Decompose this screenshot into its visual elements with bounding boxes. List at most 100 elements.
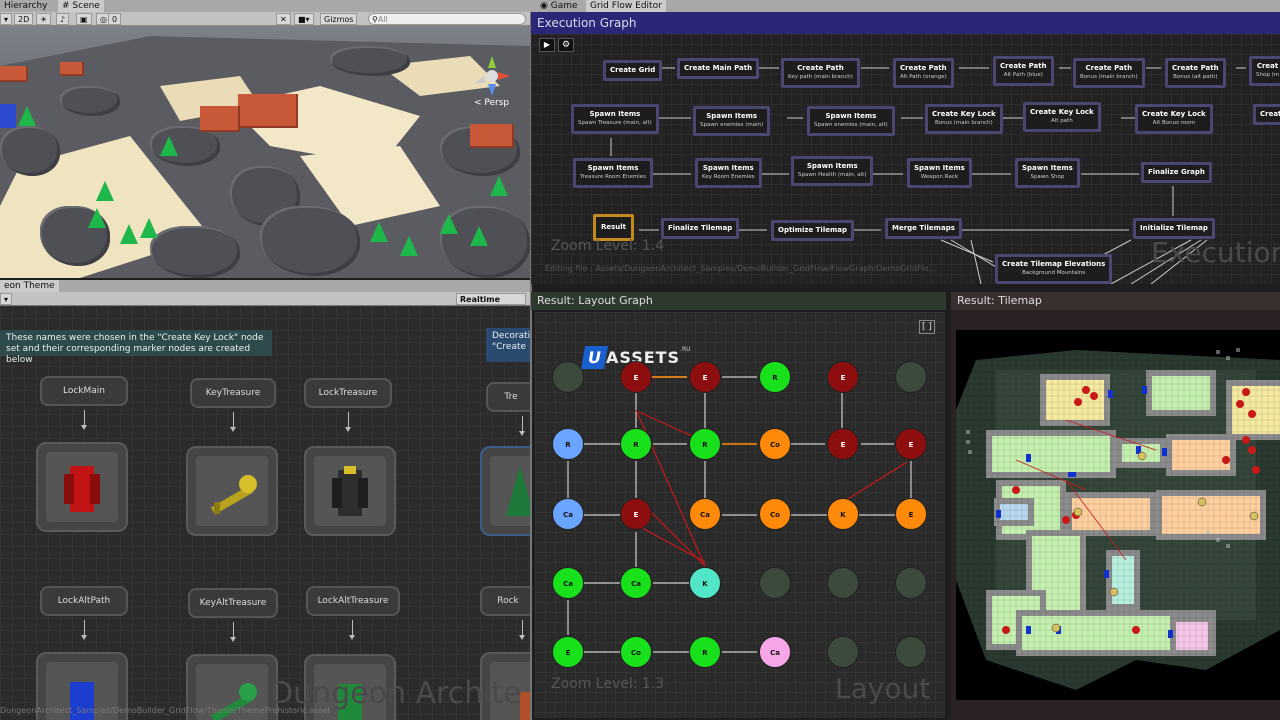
layout-room-orange[interactable]: E (895, 498, 927, 530)
exec-node-create-key-lock-alt[interactable]: Create Key Lock Alt path (1023, 102, 1101, 132)
marker-node-keytreasure[interactable]: KeyTreasure (190, 378, 276, 408)
layout-room-empty[interactable] (895, 361, 927, 393)
scene-viewport[interactable]: < Persp (0, 26, 530, 278)
mesh-tile-tree[interactable] (480, 446, 530, 536)
layout-room-orange[interactable]: Co (759, 428, 791, 460)
exec-graph-canvas[interactable]: ▶ ⚙ Create Grid Create Main Path Create … (531, 34, 1280, 284)
tab-game[interactable]: ◉ Game (536, 0, 582, 12)
exec-node-spawn-weapon-rack[interactable]: Spawn Items Weapon Rack (907, 158, 972, 188)
scene-gizmo[interactable] (472, 54, 512, 100)
exec-node-create-path-alt-orange[interactable]: Create Path Alt Path (orange) (893, 58, 954, 88)
marker-node-keyalttreasure[interactable]: KeyAltTreasure (188, 588, 278, 618)
exec-node-create-shop[interactable]: Creat Shop (m (1249, 56, 1280, 86)
layout-room-main[interactable]: R (689, 428, 721, 460)
tab-game-label: Game (550, 1, 578, 11)
exec-zoom-level: Zoom Level: 1.4 (551, 238, 665, 254)
layout-room-orange[interactable]: K (827, 498, 859, 530)
marker-node-lockmain[interactable]: LockMain (40, 376, 128, 406)
exec-node-create-path-alt-blue[interactable]: Create Path Alt Path (blue) (993, 56, 1054, 86)
layout-room-main[interactable]: Ca (552, 567, 584, 599)
layout-room-start[interactable]: E (552, 636, 584, 668)
exec-node-title: Optimize Tilemap (774, 223, 852, 238)
mesh-tile-locktreasure[interactable] (304, 446, 396, 536)
exec-node-subtitle: Alt Path (orange) (900, 74, 947, 80)
marker-node-tree[interactable]: Tre (486, 382, 530, 412)
exec-node-create-key-lock-alt-bonus[interactable]: Create Key Lock Alt Bonus room (1135, 104, 1213, 134)
exec-node-finalize-tilemap[interactable]: Finalize Tilemap (661, 218, 740, 239)
exec-node-spawn-enemies-main[interactable]: Spawn Items Spawn enemies (main) (693, 106, 771, 136)
layout-room-empty[interactable] (895, 567, 927, 599)
layout-room-enemies[interactable]: E (689, 361, 721, 393)
exec-node-optimize-tilemap[interactable]: Optimize Tilemap (771, 220, 855, 241)
layout-room-empty[interactable] (827, 567, 859, 599)
effects-icon[interactable]: ▣ (76, 13, 92, 25)
tab-scene[interactable]: # Scene (58, 0, 104, 12)
layout-room-keys[interactable]: E (827, 361, 859, 393)
marker-node-lockalttreasure[interactable]: LockAltTreasure (306, 586, 400, 616)
layout-room-goal[interactable]: R (759, 361, 791, 393)
persp-label[interactable]: < Persp (474, 98, 509, 108)
exec-node-subtitle: Key path (main branch) (788, 74, 853, 80)
layout-room-empty[interactable] (827, 636, 859, 668)
layout-room-empty[interactable] (895, 636, 927, 668)
layout-room-blue[interactable]: R (552, 428, 584, 460)
exec-node-create-tilemap-elevations[interactable]: Create Tilemap Elevations Background Moun… (995, 254, 1113, 284)
realtime-update-toggle[interactable]: Realtime Update (456, 293, 526, 316)
shaded-dropdown[interactable]: ▾ (0, 13, 13, 25)
layout-room-enemies[interactable]: E (620, 498, 652, 530)
tools-icon[interactable]: ✕ (276, 13, 291, 25)
exec-node-merge-tilemaps[interactable]: Merge Tilemaps (885, 218, 962, 239)
exec-node-create-partial[interactable]: Creat (1253, 104, 1280, 125)
exec-node-result[interactable]: Result (593, 214, 635, 241)
exec-node-title: Spawn Items (702, 164, 754, 172)
layout-room-orange[interactable]: Co (759, 498, 791, 530)
layout-room-main[interactable]: R (620, 428, 652, 460)
marker-node-rock[interactable]: Rock (480, 586, 530, 616)
search-placeholder: All (377, 15, 388, 24)
gizmos-dropdown[interactable]: Gizmos (320, 13, 358, 25)
theme-tab-bar: eon Theme (0, 280, 530, 292)
audio-icon[interactable]: ♪ (56, 13, 70, 25)
exec-node-create-key-lock-bonus[interactable]: Create Key Lock Bonus (main branch) (925, 104, 1003, 134)
layout-graph-canvas[interactable]: [ ] U ASSETS.RU E E R E R R R Co E E Ca … (535, 312, 945, 718)
marker-node-locktreasure[interactable]: LockTreasure (304, 378, 392, 408)
exec-node-spawn-key-room-enemies[interactable]: Spawn Items Key Room Enemies (695, 158, 762, 188)
layout-room-keylock[interactable]: E (620, 361, 652, 393)
layout-room-blue[interactable]: Ca (552, 498, 584, 530)
exec-node-create-main-path[interactable]: Create Main Path (677, 58, 760, 79)
layout-room-enemies[interactable]: E (827, 428, 859, 460)
theme-graph-canvas[interactable]: These names were chosen in the "Create K… (0, 306, 530, 720)
exec-node-spawn-health[interactable]: Spawn Items Spawn Health (main, alt) (791, 156, 874, 186)
exec-node-create-grid[interactable]: Create Grid (603, 60, 663, 81)
top-tab-bar: Hierarchy # Scene ◉ Game Grid Flow Edito… (0, 0, 1280, 12)
layout-room-enemies[interactable]: E (895, 428, 927, 460)
exec-node-spawn-treasure-room-enemies[interactable]: Spawn Items Treasure Room Enemies (573, 158, 653, 188)
layout-room-empty[interactable] (552, 361, 584, 393)
layout-room-cyan[interactable]: K (689, 567, 721, 599)
2d-toggle[interactable]: 2D (14, 13, 34, 25)
tab-hierarchy[interactable]: Hierarchy (0, 0, 52, 12)
tab-dungeon-theme[interactable]: eon Theme (0, 280, 59, 292)
exec-node-spawn-enemies-main-alt[interactable]: Spawn Items Spawn enemies (main, alt) (807, 106, 895, 136)
scene-search-input[interactable]: ⚲All (368, 13, 526, 25)
layout-room-shop[interactable]: Ca (759, 636, 791, 668)
lighting-icon[interactable]: ☀ (36, 13, 52, 25)
layout-room-main[interactable]: Ca (620, 567, 652, 599)
mesh-tile-lockmain[interactable] (36, 442, 128, 532)
exec-node-create-path-bonus[interactable]: Create Path Bonus (main branch) (1073, 58, 1145, 88)
exec-node-finalize-graph[interactable]: Finalize Graph (1141, 162, 1212, 183)
tilemap-preview[interactable] (956, 330, 1280, 700)
layout-room-main[interactable]: Co (620, 636, 652, 668)
tab-grid-flow-editor[interactable]: Grid Flow Editor (586, 0, 666, 12)
layout-room-orange[interactable]: Ca (689, 498, 721, 530)
layout-room-main[interactable]: R (689, 636, 721, 668)
theme-menu[interactable]: ▾ (0, 293, 13, 305)
exec-node-spawn-shop[interactable]: Spawn Items Spawn Shop (1015, 158, 1080, 188)
exec-node-create-path-bonus-alt[interactable]: Create Path Bonus (alt path) (1165, 58, 1226, 88)
marker-node-lockaltpath[interactable]: LockAltPath (40, 586, 128, 616)
mesh-tile-keytreasure[interactable] (186, 446, 278, 536)
exec-node-spawn-treasure[interactable]: Spawn Items Spawn Treasure (main, alt) (571, 104, 659, 134)
exec-node-create-path-key[interactable]: Create Path Key path (main branch) (781, 58, 860, 88)
camera-icon[interactable]: ■▾ (294, 13, 314, 25)
layout-room-empty[interactable] (759, 567, 791, 599)
